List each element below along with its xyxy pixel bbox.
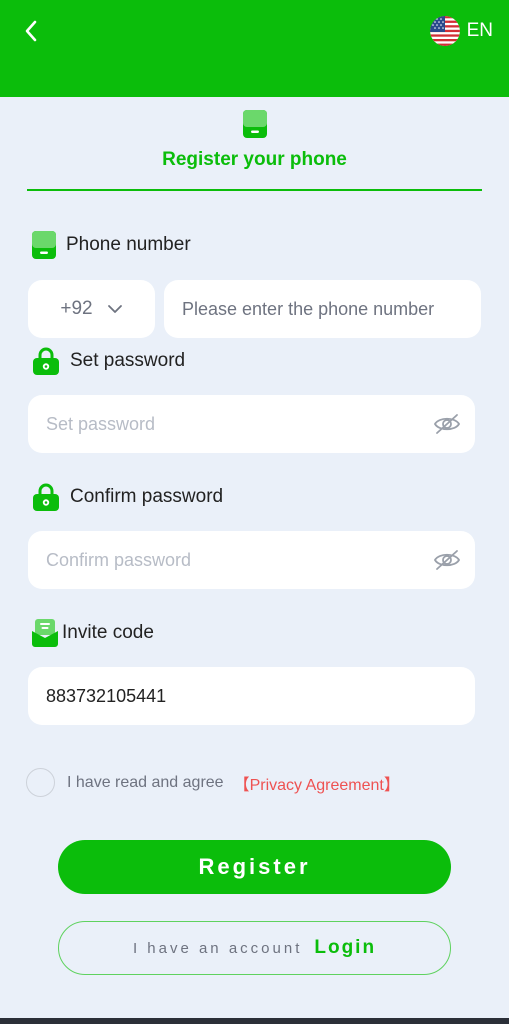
phone-icon	[243, 110, 267, 138]
privacy-agreement-link[interactable]: 【Privacy Agreement】	[234, 771, 400, 795]
phone-icon	[32, 231, 56, 259]
login-button[interactable]: I have an account Login	[58, 921, 451, 975]
confirm-label: Confirm password	[32, 482, 223, 512]
country-code-value: +92	[60, 298, 93, 319]
agree-checkbox[interactable]	[26, 768, 55, 797]
login-prefix-text: I have an account	[132, 939, 303, 957]
phone-input-box	[164, 280, 481, 338]
chevron-left-icon	[25, 20, 37, 42]
confirm-label-text: Confirm password	[70, 486, 224, 507]
agreement-text: I have read and agree	[67, 773, 224, 791]
back-button[interactable]	[14, 14, 48, 48]
tab-register-phone[interactable]: Register your phone	[0, 149, 509, 171]
lock-icon	[33, 483, 59, 511]
bottom-bar	[0, 1018, 509, 1024]
us-flag-icon	[429, 16, 460, 46]
invite-code-input[interactable]	[28, 667, 475, 725]
language-selector[interactable]: EN	[429, 14, 493, 48]
chevron-down-icon	[107, 305, 122, 313]
agreement-text-group: I have read and agree 【Privacy Agreement…	[67, 771, 400, 795]
password-label-text: Set password	[70, 350, 186, 371]
country-code-select[interactable]: +92	[28, 280, 155, 338]
agreement-row: I have read and agree 【Privacy Agreement…	[26, 768, 400, 797]
phone-label: Phone number	[32, 231, 191, 259]
language-label: EN	[466, 20, 493, 41]
password-label: Set password	[32, 346, 185, 376]
top-bar: EN	[0, 0, 509, 97]
invite-icon	[32, 619, 58, 647]
eye-off-icon[interactable]	[433, 412, 461, 436]
tab-underline	[27, 189, 482, 191]
confirm-password-input[interactable]	[28, 531, 475, 589]
password-input-box	[28, 395, 475, 453]
invite-input-box	[28, 667, 475, 725]
login-label: Login	[314, 937, 377, 958]
eye-off-icon[interactable]	[433, 548, 461, 572]
phone-label-text: Phone number	[66, 234, 191, 255]
lock-icon	[33, 347, 59, 375]
invite-label-text: Invite code	[62, 622, 154, 643]
register-button[interactable]: Register	[58, 840, 451, 894]
password-input[interactable]	[28, 395, 475, 453]
confirm-input-box	[28, 531, 475, 589]
invite-label: Invite code	[32, 619, 154, 647]
phone-input[interactable]	[164, 280, 481, 338]
